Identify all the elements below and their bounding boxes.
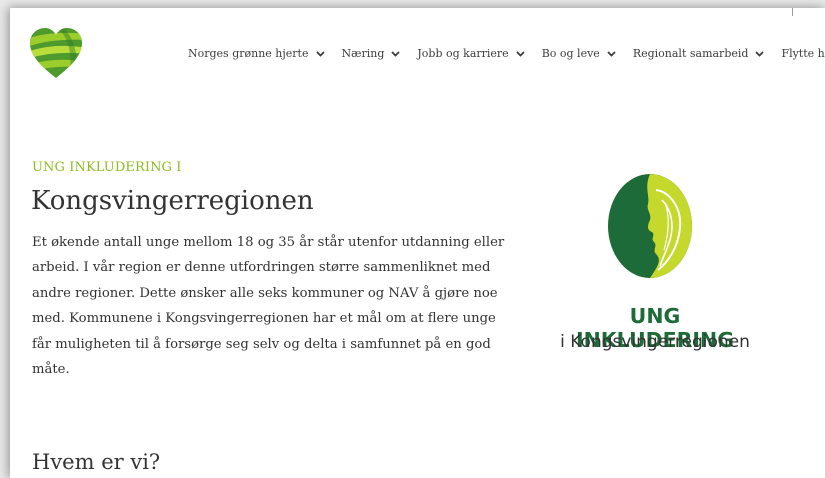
nav-item-norges-gronne-hjerte[interactable]: Norges grønne hjerte bbox=[188, 47, 325, 60]
chevron-down-icon bbox=[755, 50, 765, 57]
nav-item-regionalt-samarbeid[interactable]: Regionalt samarbeid bbox=[633, 47, 765, 60]
chevron-down-icon bbox=[391, 50, 401, 57]
chevron-down-icon bbox=[607, 50, 616, 57]
chevron-down-icon bbox=[516, 50, 525, 57]
window-edge bbox=[792, 8, 793, 16]
nav-label: Næring bbox=[341, 47, 385, 60]
nav-item-bo-og-leve[interactable]: Bo og leve bbox=[542, 47, 616, 60]
nav-label: Regionalt samarbeid bbox=[632, 47, 749, 60]
program-logo-subtitle: i Kongsvingerregionen bbox=[560, 332, 750, 352]
nav-item-jobb-og-karriere[interactable]: Jobb og karriere bbox=[417, 47, 525, 60]
nav-label: Bo og leve bbox=[541, 47, 600, 60]
section-heading: Hvem er vi? bbox=[32, 450, 161, 474]
nav-item-naering[interactable]: Næring bbox=[342, 47, 401, 60]
chevron-down-icon bbox=[315, 50, 325, 57]
nav-item-flytte-hit[interactable]: Flytte hit? bbox=[781, 47, 825, 60]
page: Norges grønne hjerte Næring Jobb og karr… bbox=[10, 8, 825, 478]
nav-label: Flytte hit? bbox=[781, 47, 825, 60]
nav-label: Jobb og karriere bbox=[417, 47, 509, 60]
page-title: Kongsvingerregionen bbox=[31, 186, 314, 216]
nav-label: Norges grønne hjerte bbox=[188, 47, 309, 60]
main-nav: Norges grønne hjerte Næring Jobb og karr… bbox=[188, 47, 825, 60]
green-heart-icon[interactable] bbox=[28, 26, 84, 82]
hero-body: Et økende antall unge mellom 18 og 35 år… bbox=[32, 235, 505, 378]
face-leaf-logo-icon bbox=[606, 170, 694, 282]
hero-eyebrow: UNG INKLUDERING I bbox=[32, 160, 182, 175]
